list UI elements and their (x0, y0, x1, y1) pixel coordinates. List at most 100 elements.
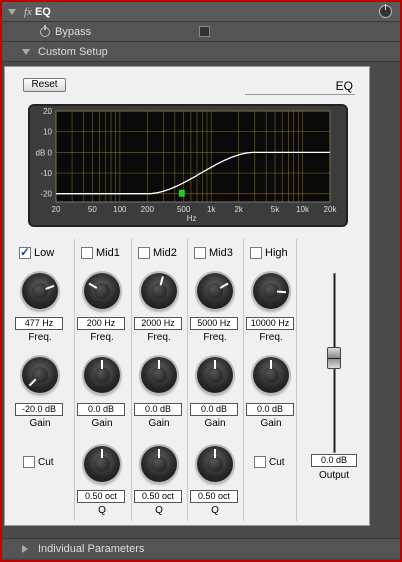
band-mid3-label: Mid3 (209, 247, 233, 259)
low-freq-value[interactable]: 477 Hz (15, 317, 63, 330)
x-tick-label: 5k (271, 205, 280, 214)
high-freq-label: Freq. (259, 332, 283, 343)
band-low-label: Low (34, 247, 55, 259)
mid2-freq-value[interactable]: 2000 Hz (134, 317, 182, 330)
mid1-q-label: Q (98, 505, 106, 516)
mid1-gain-value[interactable]: 0.0 dB (77, 403, 125, 416)
mid1-freq-knob[interactable] (84, 273, 120, 309)
stopwatch-icon[interactable] (40, 24, 50, 37)
mid2-gain-value[interactable]: 0.0 dB (134, 403, 182, 416)
high-cut-checkbox[interactable] (254, 456, 266, 468)
mid1-gain-label: Gain (91, 418, 113, 429)
custom-setup-row[interactable]: Custom Setup (2, 42, 400, 62)
low-freq-knob[interactable] (22, 273, 58, 309)
band-mid2-checkbox[interactable] (138, 247, 150, 259)
output-value[interactable]: 0.0 dB (311, 454, 357, 467)
band-low-checkbox[interactable] (19, 245, 31, 259)
output-slider-thumb[interactable] (327, 347, 341, 369)
high-cut-label: Cut (269, 456, 285, 468)
x-tick-label: 20 (52, 205, 61, 214)
high-freq-knob[interactable] (253, 273, 289, 309)
band-mid1-label: Mid1 (96, 247, 120, 259)
output-section: 0.0 dB Output (296, 239, 370, 521)
x-tick-label: 500 (177, 205, 191, 214)
mid2-freq-label: Freq. (147, 332, 171, 343)
y-tick-label: dB 0 (36, 148, 53, 157)
band-low-toggle[interactable]: Low (19, 245, 55, 259)
x-tick-label: 200 (141, 205, 155, 214)
high-gain-label: Gain (260, 418, 282, 429)
low-gain-value[interactable]: -20.0 dB (15, 403, 63, 416)
bypass-checkbox[interactable] (199, 26, 210, 37)
power-icon[interactable] (379, 4, 392, 18)
mid2-freq-knob[interactable] (141, 273, 177, 309)
eq-panel: Reset EQ 20 10 dB 0 -10 -20 20 50 100 200 500 1k 2k… (4, 66, 370, 526)
expand-triangle-icon[interactable] (22, 544, 28, 553)
band-high-label: High (265, 247, 288, 259)
band-mid3-checkbox[interactable] (194, 247, 206, 259)
high-cut-toggle[interactable]: Cut (254, 456, 285, 468)
band-mid2-toggle[interactable]: Mid2 (138, 247, 177, 259)
x-tick-label: 1k (207, 205, 216, 214)
mid3-gain-value[interactable]: 0.0 dB (190, 403, 238, 416)
band-high: High 10000 Hz Freq. 0.0 dB Gain Cut (243, 239, 299, 521)
effect-title: EQ (34, 5, 51, 18)
band-high-checkbox[interactable] (250, 247, 262, 259)
band-high-toggle[interactable]: High (250, 247, 288, 259)
mid1-q-value[interactable]: 0.50 oct (77, 490, 125, 503)
band-mid3: Mid3 5000 Hz Freq. 0.0 dB Gain 0.50 oct … (187, 239, 243, 521)
bypass-label: Bypass (55, 25, 92, 38)
mid3-gain-knob[interactable] (197, 357, 233, 393)
y-tick-label: -10 (40, 169, 52, 178)
individual-parameters-row[interactable]: Individual Parameters (2, 538, 400, 558)
mid2-q-knob[interactable] (141, 446, 177, 482)
title-underline (245, 94, 355, 95)
x-tick-label: 100 (113, 205, 127, 214)
low-gain-knob[interactable] (22, 357, 58, 393)
output-label: Output (318, 470, 350, 481)
mid3-freq-value[interactable]: 5000 Hz (190, 317, 238, 330)
mid1-freq-value[interactable]: 200 Hz (77, 317, 125, 330)
y-tick-label: -20 (40, 190, 52, 199)
mid2-gain-knob[interactable] (141, 357, 177, 393)
individual-parameters-label: Individual Parameters (38, 542, 145, 555)
mid3-q-value[interactable]: 0.50 oct (190, 490, 238, 503)
collapse-triangle-icon[interactable] (22, 48, 30, 55)
mid2-q-value[interactable]: 0.50 oct (134, 490, 182, 503)
y-tick-label: 20 (43, 107, 52, 116)
mid3-freq-knob[interactable] (197, 273, 233, 309)
y-tick-label: 10 (43, 128, 52, 137)
low-cut-checkbox[interactable] (23, 456, 35, 468)
mid3-gain-label: Gain (204, 418, 226, 429)
band-mid2-label: Mid2 (153, 247, 177, 259)
graph-plot-area (55, 110, 331, 203)
x-tick-label: 20k (324, 205, 338, 214)
eq-response-graph[interactable]: 20 10 dB 0 -10 -20 20 50 100 200 500 1k 2k 5k 10k 20k H… (28, 104, 348, 227)
band-mid1-toggle[interactable]: Mid1 (81, 247, 120, 259)
collapse-triangle-icon[interactable] (8, 8, 16, 15)
band-mid2: Mid2 2000 Hz Freq. 0.0 dB Gain 0.50 oct … (131, 239, 187, 521)
band-mid1-checkbox[interactable] (81, 247, 93, 259)
high-freq-value[interactable]: 10000 Hz (246, 317, 294, 330)
effect-header[interactable]: fx EQ (2, 2, 400, 22)
x-tick-label: 50 (88, 205, 97, 214)
mid1-q-knob[interactable] (84, 446, 120, 482)
high-gain-value[interactable]: 0.0 dB (246, 403, 294, 416)
low-gain-label: Gain (29, 418, 51, 429)
low-cut-toggle[interactable]: Cut (23, 456, 54, 468)
band-mid3-toggle[interactable]: Mid3 (194, 247, 233, 259)
mid3-q-knob[interactable] (197, 446, 233, 482)
x-tick-label: 2k (234, 205, 243, 214)
mid1-gain-knob[interactable] (84, 357, 120, 393)
fx-icon: fx (24, 5, 32, 18)
x-tick-label: 10k (296, 205, 310, 214)
band-low: Low 477 Hz Freq. -20.0 dB Gain Cut (13, 239, 69, 521)
reset-button[interactable]: Reset (23, 78, 66, 92)
high-gain-knob[interactable] (253, 357, 289, 393)
mid3-q-label: Q (211, 505, 219, 516)
custom-setup-label: Custom Setup (38, 45, 108, 58)
low-freq-label: Freq. (28, 332, 52, 343)
eq-panel-title: EQ (335, 79, 353, 93)
low-band-handle[interactable] (178, 189, 185, 197)
mid2-gain-label: Gain (148, 418, 170, 429)
